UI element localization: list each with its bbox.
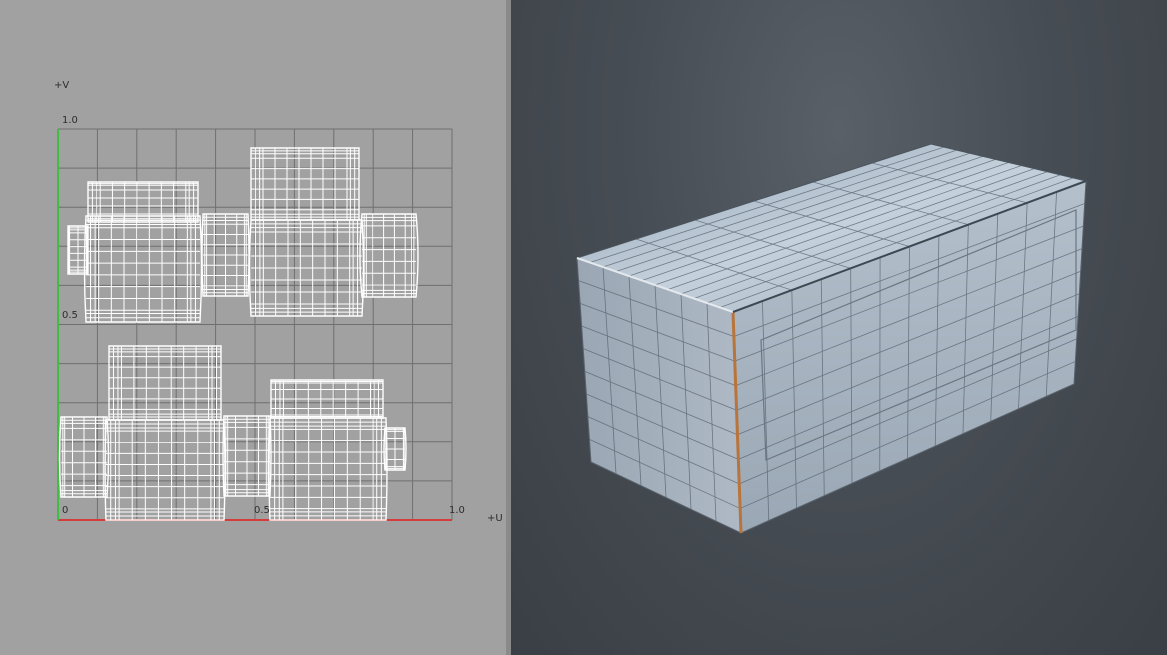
- uv-island-border: [83, 215, 203, 323]
- origin-tick: 0: [62, 505, 69, 516]
- uv-island-border: [108, 345, 222, 421]
- uv-grid-canvas[interactable]: [0, 0, 506, 655]
- uv-island: [201, 213, 250, 297]
- uv-island-border: [359, 213, 419, 298]
- v-axis-label: +V: [54, 80, 70, 91]
- u-tick-right: 1.0: [449, 505, 465, 516]
- box-mesh-view[interactable]: [511, 0, 1167, 655]
- uv-island: [222, 415, 272, 497]
- uv-island-border: [268, 417, 388, 521]
- uv-island: [268, 417, 388, 521]
- uv-island: [270, 379, 384, 419]
- uv-island: [104, 419, 226, 521]
- uv-island: [250, 147, 360, 221]
- v-tick-mid: 0.5: [62, 310, 78, 321]
- uv-island: [58, 416, 110, 498]
- u-tick-mid: 0.5: [254, 505, 270, 516]
- u-axis-label: +U: [487, 513, 503, 524]
- uv-island: [108, 345, 222, 421]
- uv-island: [248, 219, 365, 317]
- box-mesh: [575, 143, 1088, 534]
- uv-island: [83, 215, 203, 323]
- 3d-viewport[interactable]: [511, 0, 1167, 655]
- uv-editor-panel[interactable]: +V 1.0 0.5 0 0.5 1.0 +U: [0, 0, 506, 655]
- uv-island-border: [104, 419, 226, 521]
- uv-island: [359, 213, 419, 298]
- uv-island-border: [250, 147, 360, 221]
- v-tick-top: 1.0: [62, 115, 78, 126]
- uv-islands: [58, 147, 419, 521]
